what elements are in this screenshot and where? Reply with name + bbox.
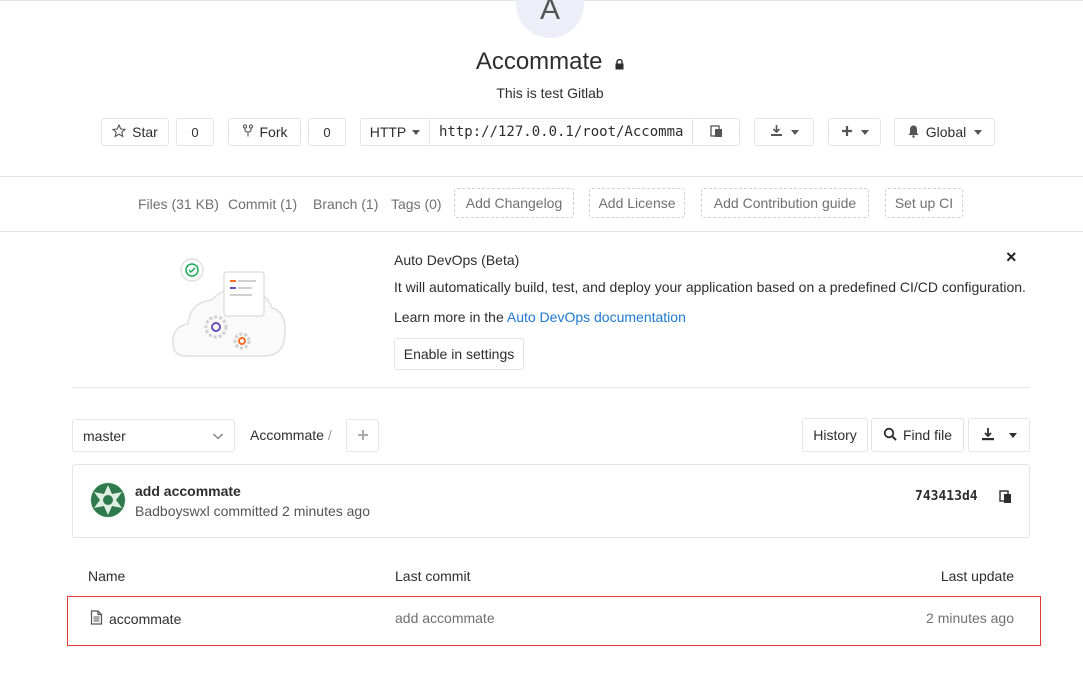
column-header-last-commit: Last commit	[395, 568, 471, 584]
download-icon	[981, 427, 995, 444]
add-license-button[interactable]: Add License	[589, 188, 685, 218]
download-dropdown[interactable]	[754, 118, 814, 146]
setup-ci-button[interactable]: Set up CI	[885, 188, 963, 218]
enable-in-settings-button[interactable]: Enable in settings	[394, 338, 524, 370]
breadcrumb-separator: /	[327, 427, 332, 443]
fork-button[interactable]: Fork	[228, 118, 301, 146]
breadcrumb-root[interactable]: Accommate	[250, 427, 324, 443]
star-button[interactable]: Star	[101, 118, 169, 146]
copy-sha-button[interactable]	[999, 489, 1012, 507]
fork-icon	[242, 123, 254, 141]
fork-count[interactable]: 0	[308, 118, 346, 146]
file-last-commit[interactable]: add accommate	[395, 610, 495, 626]
download-icon	[770, 124, 783, 140]
commit-meta: Badboyswxl committed 2 minutes ago	[135, 503, 370, 519]
project-title: Accommate	[0, 48, 1083, 77]
find-file-label: Find file	[902, 427, 953, 443]
files-link[interactable]: Files (31 KB)	[138, 196, 219, 212]
history-button[interactable]: History	[802, 418, 868, 452]
lock-icon	[615, 49, 624, 77]
file-name-cell[interactable]: accommate	[90, 610, 181, 628]
devops-docs-link[interactable]: Auto DevOps documentation	[507, 309, 686, 325]
notification-dropdown[interactable]: Global	[894, 118, 995, 146]
plus-icon	[841, 124, 853, 140]
star-label: Star	[132, 124, 158, 140]
search-icon	[883, 427, 897, 444]
clone-url-group: HTTP	[360, 118, 740, 146]
devops-divider	[72, 387, 1030, 388]
commit-sha[interactable]: 743413d4	[915, 489, 978, 504]
clipboard-icon	[999, 490, 1012, 507]
branch-select[interactable]: master	[72, 419, 235, 452]
stats-divider-bottom	[0, 231, 1083, 232]
breadcrumb: Accommate /	[250, 427, 332, 443]
last-commit-box: add accommate Badboyswxl committed 2 min…	[72, 464, 1030, 538]
add-contribution-button[interactable]: Add Contribution guide	[701, 188, 869, 218]
project-name: Accommate	[475, 48, 603, 75]
file-name[interactable]: accommate	[109, 611, 181, 627]
branches-link[interactable]: Branch (1)	[313, 196, 378, 212]
repo-download-dropdown[interactable]	[968, 418, 1030, 452]
copy-url-button[interactable]	[692, 119, 739, 145]
clipboard-icon	[709, 124, 723, 141]
bell-icon	[907, 124, 920, 141]
avatar[interactable]	[90, 482, 126, 518]
chevron-down-icon	[790, 129, 799, 135]
notification-label: Global	[925, 124, 967, 140]
chevron-down-icon	[974, 129, 983, 135]
devops-illustration	[168, 254, 292, 366]
add-to-tree-button[interactable]	[346, 419, 379, 452]
devops-learn-more: Learn more in the Auto DevOps documentat…	[394, 309, 686, 325]
fork-label: Fork	[259, 124, 288, 140]
column-header-name: Name	[88, 568, 126, 584]
commit-message[interactable]: add accommate	[135, 483, 241, 499]
column-header-last-update: Last update	[940, 568, 1014, 584]
close-icon[interactable]: ×	[1006, 247, 1017, 268]
chevron-down-icon	[1009, 432, 1017, 438]
chevron-down-icon	[212, 429, 224, 445]
devops-title: Auto DevOps (Beta)	[394, 252, 520, 268]
add-changelog-button[interactable]: Add Changelog	[454, 188, 574, 218]
devops-learn-more-text: Learn more in the	[394, 309, 507, 325]
chevron-down-icon	[860, 129, 869, 135]
find-file-button[interactable]: Find file	[871, 418, 964, 452]
plus-icon	[357, 425, 369, 446]
protocol-dropdown[interactable]: HTTP	[361, 119, 430, 145]
devops-description: It will automatically build, test, and d…	[394, 279, 1026, 295]
protocol-label: HTTP	[369, 124, 407, 140]
project-avatar: A	[516, 0, 584, 38]
clone-url-input[interactable]	[430, 119, 692, 145]
star-count[interactable]: 0	[176, 118, 214, 146]
branch-name: master	[83, 427, 126, 444]
tags-link[interactable]: Tags (0)	[391, 196, 442, 212]
commits-link[interactable]: Commit (1)	[228, 196, 297, 212]
table-row[interactable]	[67, 596, 1041, 646]
file-last-update: 2 minutes ago	[926, 610, 1014, 626]
chevron-down-icon	[412, 129, 421, 135]
file-icon	[90, 610, 103, 628]
stats-divider-top	[0, 176, 1083, 177]
project-description: This is test Gitlab	[496, 85, 604, 101]
star-icon	[111, 123, 127, 141]
new-item-dropdown[interactable]	[828, 118, 881, 146]
